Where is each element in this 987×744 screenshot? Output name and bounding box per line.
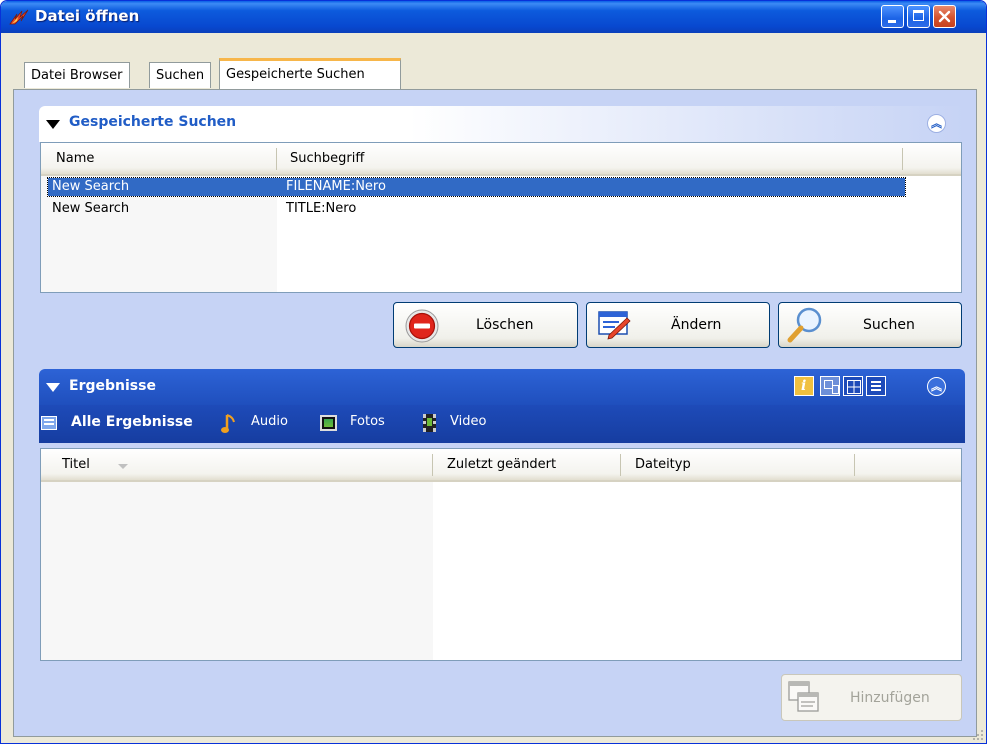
no-entry-icon	[405, 309, 439, 343]
delete-button[interactable]: Löschen	[393, 302, 578, 348]
grid-view-icon[interactable]	[843, 376, 863, 396]
filter-photos[interactable]: Fotos	[320, 412, 400, 434]
column-separator[interactable]	[276, 148, 277, 170]
list-header: Titel Zuletzt geändert Dateityp	[41, 449, 961, 482]
list-item[interactable]: New Search FILENAME:Nero	[47, 177, 906, 197]
filter-all-results[interactable]: Alle Ergebnisse	[41, 412, 206, 434]
filter-video[interactable]: Video	[423, 412, 503, 434]
filter-audio[interactable]: Audio	[221, 412, 301, 434]
saved-searches-list[interactable]: Name Suchbegriff New Search FILENAME:Ner…	[40, 142, 962, 293]
edit-button[interactable]: Ändern	[586, 302, 770, 348]
tab-suchen[interactable]: Suchen	[149, 62, 212, 88]
title-bar[interactable]: Datei öffnen	[1, 1, 986, 33]
magnifier-icon	[787, 307, 822, 343]
tab-label: Datei Browser	[31, 68, 123, 83]
details-view-icon[interactable]	[820, 376, 840, 396]
column-separator[interactable]	[620, 454, 621, 476]
row-name: New Search	[52, 179, 130, 194]
collapse-panel-button[interactable]: ︽	[927, 114, 946, 133]
results-title: Ergebnisse	[69, 378, 156, 394]
column-header-zuletzt-geaendert[interactable]: Zuletzt geändert	[447, 457, 556, 472]
column-header-name[interactable]: Name	[56, 151, 94, 166]
column-header-dateityp[interactable]: Dateityp	[635, 457, 691, 472]
search-button[interactable]: Suchen	[778, 302, 962, 348]
window-title: Datei öffnen	[35, 7, 140, 25]
film-icon	[423, 414, 436, 432]
row-term: FILENAME:Nero	[286, 179, 386, 194]
add-button[interactable]: Hinzufügen	[781, 674, 962, 721]
double-chevron-up-icon: ︽	[931, 117, 942, 130]
column-header-titel[interactable]: Titel	[62, 457, 90, 472]
column-separator[interactable]	[854, 454, 855, 476]
photo-icon	[320, 415, 337, 431]
list-header: Name Suchbegriff	[41, 143, 961, 176]
filter-label: Video	[450, 414, 487, 429]
row-term: TITLE:Nero	[286, 201, 357, 216]
collapse-triangle-icon[interactable]	[46, 383, 60, 392]
saved-searches-title: Gespeicherte Suchen	[69, 114, 237, 130]
column-header-suchbegriff[interactable]: Suchbegriff	[290, 151, 364, 166]
maximize-button[interactable]	[907, 5, 930, 28]
resize-grip-icon[interactable]	[972, 729, 984, 741]
tab-label: Gespeicherte Suchen	[226, 67, 365, 82]
search-label: Suchen	[863, 317, 915, 333]
list-item[interactable]: New Search TITLE:Nero	[48, 200, 905, 218]
column-separator[interactable]	[432, 454, 433, 476]
double-chevron-up-icon: ︽	[931, 380, 942, 393]
column-separator[interactable]	[902, 148, 903, 170]
list-view-icon[interactable]	[866, 376, 886, 396]
title-column-bg	[41, 480, 433, 660]
row-name: New Search	[52, 201, 130, 216]
filter-label: Alle Ergebnisse	[71, 414, 193, 430]
sort-arrow-icon	[118, 464, 128, 469]
add-label: Hinzufügen	[850, 690, 930, 706]
edit-window-icon	[598, 311, 631, 340]
results-list[interactable]: Titel Zuletzt geändert Dateityp	[40, 448, 962, 661]
minimize-icon	[888, 20, 896, 23]
tab-datei-browser[interactable]: Datei Browser	[24, 62, 130, 88]
dialog-window: Datei öffnen Datei Browser Suchen Gespei…	[0, 0, 987, 744]
music-note-icon	[221, 414, 235, 433]
delete-label: Löschen	[476, 317, 534, 333]
add-to-list-icon	[788, 681, 819, 712]
minimize-button[interactable]	[881, 5, 904, 28]
filter-label: Fotos	[350, 414, 385, 429]
tab-gespeicherte-suchen[interactable]: Gespeicherte Suchen	[219, 58, 401, 89]
filter-label: Audio	[251, 414, 288, 429]
close-icon	[938, 10, 951, 23]
info-view-icon[interactable]: i	[794, 376, 814, 396]
close-button[interactable]	[933, 5, 956, 28]
edit-label: Ändern	[671, 317, 722, 333]
list-icon	[41, 416, 57, 430]
maximize-icon	[913, 10, 924, 21]
collapse-results-button[interactable]: ︽	[927, 377, 946, 396]
tab-label: Suchen	[156, 68, 205, 83]
collapse-triangle-icon[interactable]	[46, 120, 60, 129]
nero-flame-icon	[9, 9, 29, 25]
